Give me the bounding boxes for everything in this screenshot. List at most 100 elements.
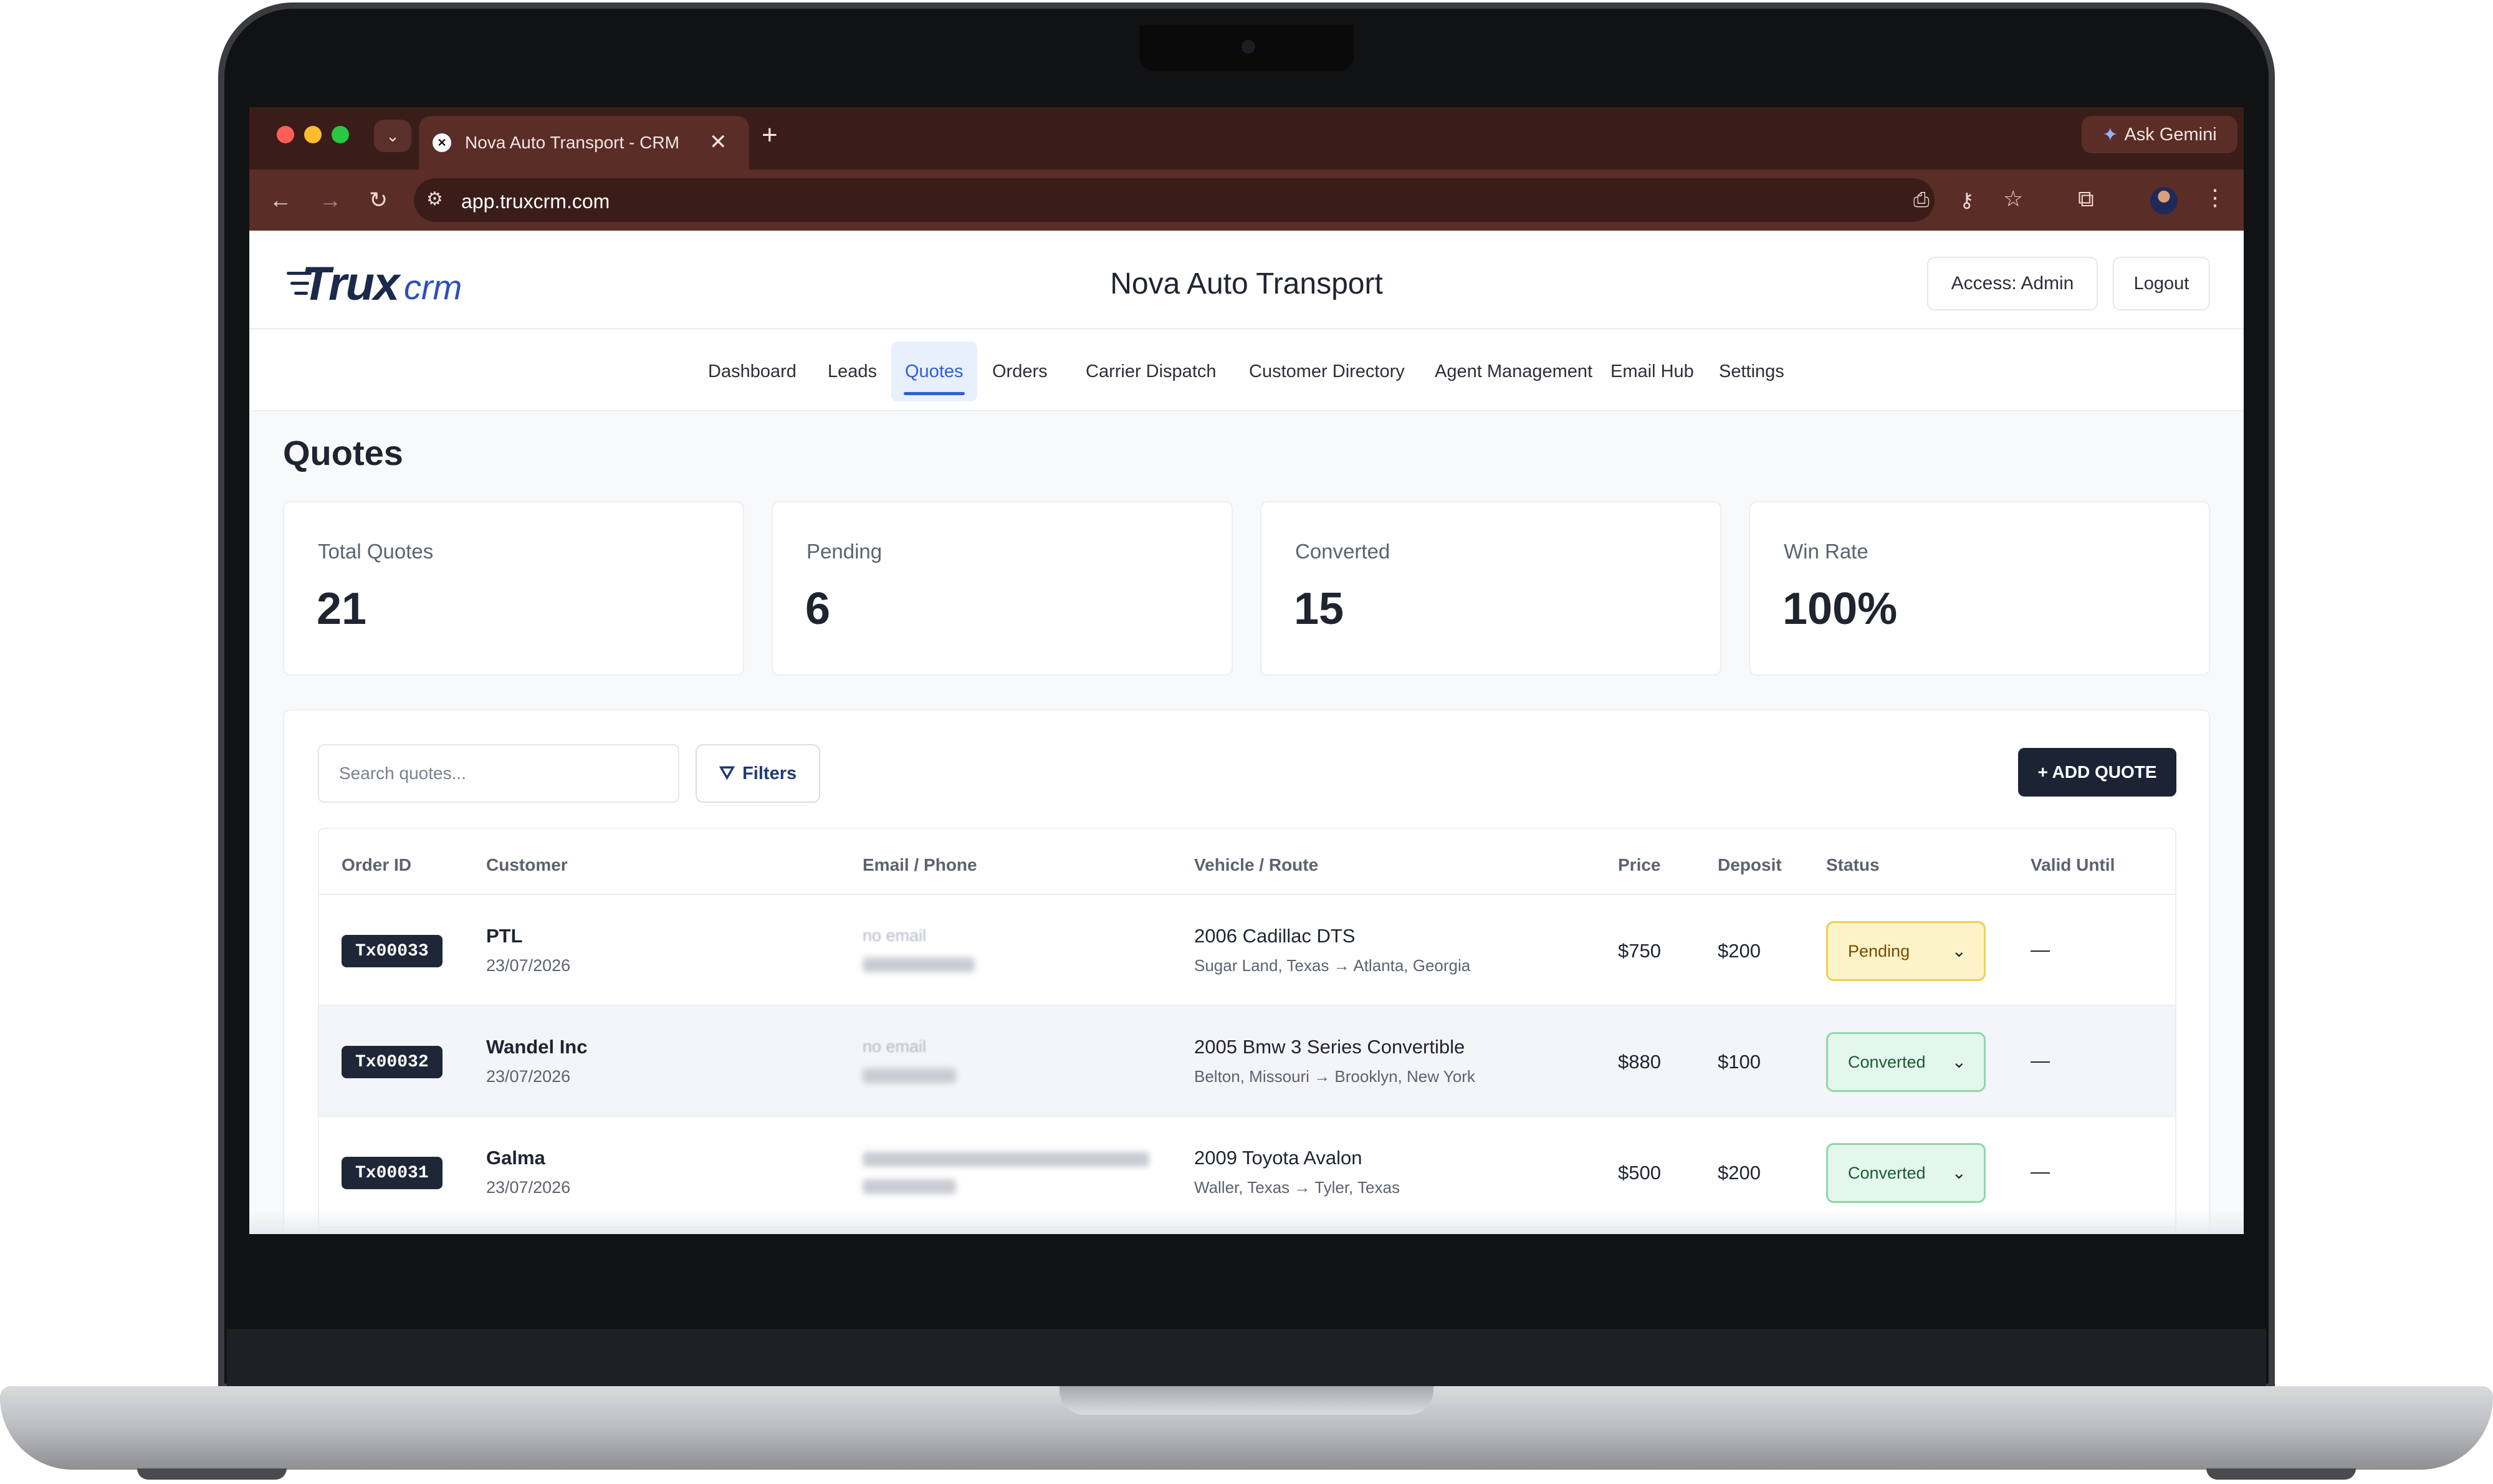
customer-name[interactable]: Galma — [486, 1147, 545, 1169]
email-value: no email — [863, 1037, 927, 1056]
browser-tab-active[interactable]: ✕ Nova Auto Transport - CRM ✕ — [419, 116, 749, 170]
maximize-window-button[interactable] — [332, 126, 349, 143]
table-row[interactable]: Tx00032 Wandel Inc 23/07/2026 no email 2… — [319, 1006, 2175, 1117]
column-header-email-phone[interactable]: Email / Phone — [863, 855, 977, 875]
column-header-deposit[interactable]: Deposit — [1718, 855, 1782, 875]
stat-value: 15 — [1294, 584, 1344, 634]
logout-button[interactable]: Logout — [2113, 257, 2210, 310]
back-arrow-icon[interactable]: ← — [269, 187, 292, 213]
stat-card-total-quotes: Total Quotes 21 — [283, 501, 744, 676]
column-header-vehicle-route[interactable]: Vehicle / Route — [1194, 855, 1318, 875]
quote-deposit: $200 — [1718, 1162, 1761, 1184]
status-select[interactable]: Pending ⌄ — [1826, 921, 1986, 981]
customer-name[interactable]: PTL — [486, 925, 523, 947]
extensions-puzzle-icon[interactable]: ⧉ — [2078, 186, 2094, 213]
nav-item-dashboard[interactable]: Dashboard — [694, 342, 810, 401]
nav-item-email-hub[interactable]: Email Hub — [1597, 342, 1708, 401]
minimize-window-button[interactable] — [304, 126, 322, 143]
laptop-foot-left — [137, 1468, 287, 1480]
screen: ⌄ ✕ Nova Auto Transport - CRM ✕ + ✦ Ask … — [249, 107, 2244, 1234]
laptop-foot-right — [2206, 1468, 2356, 1480]
column-header-valid-until[interactable]: Valid Until — [2031, 855, 2115, 875]
tab-favicon-icon: ✕ — [433, 133, 451, 152]
access-level-badge: Access: Admin — [1927, 257, 2098, 310]
column-header-order-id[interactable]: Order ID — [342, 855, 411, 875]
nav-item-leads[interactable]: Leads — [814, 342, 891, 401]
stat-label: Converted — [1295, 540, 1390, 563]
quote-price: $880 — [1618, 1051, 1661, 1073]
nav-item-carrier-dispatch[interactable]: Carrier Dispatch — [1072, 342, 1230, 401]
nav-item-settings[interactable]: Settings — [1705, 342, 1798, 401]
phone-redacted — [863, 957, 975, 972]
vehicle-name: 2006 Cadillac DTS — [1194, 925, 1356, 947]
stat-card-win-rate: Win Rate 100% — [1749, 501, 2210, 676]
nav-item-orders[interactable]: Orders — [979, 342, 1061, 401]
camera-icon — [1242, 40, 1255, 54]
vehicle-route: Waller, Texas → Tyler, Texas — [1194, 1178, 1400, 1197]
profile-avatar[interactable] — [2150, 187, 2178, 214]
order-id-badge[interactable]: Tx00031 — [342, 1157, 443, 1189]
filters-label: Filters — [742, 763, 797, 783]
app: Trux crm Nova Auto Transport Access: Adm… — [249, 231, 2244, 1234]
column-header-customer[interactable]: Customer — [486, 855, 568, 875]
tab-close-icon[interactable]: ✕ — [709, 130, 727, 155]
nav-item-quotes[interactable]: Quotes — [891, 342, 977, 401]
stat-card-converted: Converted 15 — [1260, 501, 1721, 676]
column-header-price[interactable]: Price — [1618, 855, 1661, 875]
quotes-table: Order ID Customer Email / Phone Vehicle … — [318, 828, 2176, 1234]
email-redacted — [863, 1152, 1149, 1167]
chevron-down-icon: ⌄ — [1951, 1163, 1966, 1182]
stat-label: Total Quotes — [318, 540, 434, 563]
status-select[interactable]: Converted ⌄ — [1826, 1032, 1986, 1092]
url-text[interactable]: app.truxcrm.com — [461, 190, 610, 213]
quote-deposit: $100 — [1718, 1051, 1761, 1073]
gemini-sparkle-icon: ✦ — [2102, 124, 2118, 145]
stat-label: Win Rate — [1784, 540, 1869, 563]
close-window-button[interactable] — [277, 126, 294, 143]
more-menu-icon[interactable]: ⋮ — [2204, 184, 2226, 211]
vehicle-name: 2005 Bmw 3 Series Convertible — [1194, 1036, 1465, 1058]
email-value: no email — [863, 926, 927, 945]
bookmark-star-icon[interactable]: ☆ — [2003, 186, 2023, 212]
quote-date: 23/07/2026 — [486, 1067, 571, 1086]
install-app-icon[interactable]: ⎙ — [1913, 188, 1930, 212]
quotes-panel: ⛛ Filters + ADD QUOTE Order ID Customer … — [283, 709, 2210, 1234]
app-header: Trux crm Nova Auto Transport Access: Adm… — [249, 231, 2244, 329]
new-tab-button[interactable]: + — [762, 120, 778, 151]
customer-name[interactable]: Wandel Inc — [486, 1036, 587, 1058]
status-select[interactable]: Converted ⌄ — [1826, 1143, 1986, 1203]
column-header-status[interactable]: Status — [1826, 855, 1880, 875]
stat-value: 100% — [1782, 584, 1898, 634]
reload-icon[interactable]: ↻ — [369, 187, 388, 213]
valid-until-value: — — [2031, 939, 2050, 960]
vehicle-route: Belton, Missouri → Brooklyn, New York — [1194, 1067, 1475, 1086]
stat-label: Pending — [806, 540, 883, 563]
valid-until-value: — — [2031, 1050, 2050, 1071]
nav-item-agent-management[interactable]: Agent Management — [1421, 342, 1606, 401]
chevron-down-icon: ⌄ — [1951, 1052, 1966, 1071]
quote-date: 23/07/2026 — [486, 956, 571, 975]
status-value: Converted — [1848, 1052, 1926, 1071]
vehicle-route: Sugar Land, Texas → Atlanta, Georgia — [1194, 956, 1471, 975]
stat-value: 21 — [317, 584, 367, 634]
main-nav: Dashboard Leads Quotes Orders Carrier Di… — [249, 330, 2244, 411]
address-bar[interactable]: ⚙ app.truxcrm.com — [414, 178, 1935, 222]
forward-arrow-icon[interactable]: → — [319, 187, 342, 213]
order-id-badge[interactable]: Tx00032 — [342, 1046, 443, 1078]
browser-toolbar: ← → ↻ ⚙ app.truxcrm.com ⎙ ⚷ ☆ ⧉ ⋮ — [249, 170, 2244, 231]
site-info-icon[interactable]: ⚙ — [426, 188, 443, 210]
add-quote-button[interactable]: + ADD QUOTE — [2018, 748, 2176, 797]
filters-button[interactable]: ⛛ Filters — [696, 744, 820, 803]
page-title: Quotes — [283, 433, 403, 472]
password-key-icon[interactable]: ⚷ — [1959, 188, 1974, 212]
ask-gemini-button[interactable]: ✦ Ask Gemini — [2082, 116, 2237, 153]
order-id-badge[interactable]: Tx00033 — [342, 935, 443, 967]
table-row[interactable]: Tx00033 PTL 23/07/2026 no email 2006 Cad… — [319, 895, 2175, 1006]
quote-date: 23/07/2026 — [486, 1178, 571, 1197]
status-value: Pending — [1848, 941, 1910, 960]
quote-price: $750 — [1618, 940, 1661, 962]
status-value: Converted — [1848, 1163, 1926, 1182]
search-quotes-input[interactable] — [318, 744, 679, 803]
nav-item-customer-directory[interactable]: Customer Directory — [1235, 342, 1419, 401]
tab-search-chevron-icon[interactable]: ⌄ — [374, 120, 411, 152]
